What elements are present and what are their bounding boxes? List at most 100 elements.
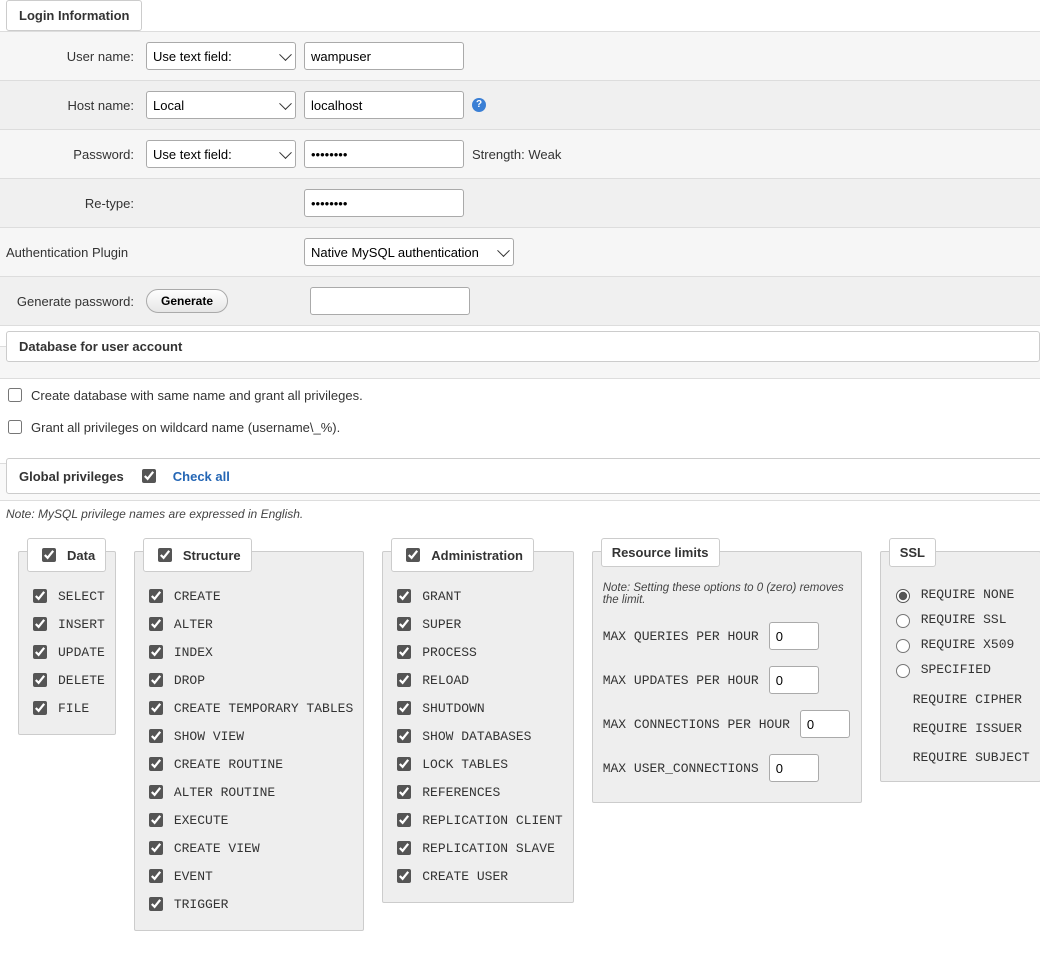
structure-priv-checkbox[interactable] <box>149 729 163 743</box>
db-legend: Database for user account <box>6 331 1040 362</box>
structure-priv-item: DROP <box>145 666 353 694</box>
admin-priv-checkbox[interactable] <box>397 841 411 855</box>
structure-priv-checkbox[interactable] <box>149 841 163 855</box>
data-priv-checkbox[interactable] <box>33 589 47 603</box>
hostname-input[interactable] <box>304 91 464 119</box>
retype-label: Re-type: <box>6 196 146 211</box>
structure-priv-item: EXECUTE <box>145 806 353 834</box>
admin-priv-item: GRANT <box>393 582 562 610</box>
admin-priv-checkbox[interactable] <box>397 589 411 603</box>
resource-limit-input[interactable] <box>769 622 819 650</box>
ssl-title: SSL <box>900 545 925 560</box>
admin-priv-checkbox[interactable] <box>397 701 411 715</box>
admin-priv-checkbox[interactable] <box>397 673 411 687</box>
data-priv-item: INSERT <box>29 610 105 638</box>
structure-priv-label: CREATE <box>174 589 221 604</box>
resource-limit-label: MAX USER_CONNECTIONS <box>603 761 759 776</box>
data-priv-checkbox[interactable] <box>33 645 47 659</box>
admin-priv-checkbox[interactable] <box>397 729 411 743</box>
structure-priv-item: SHOW VIEW <box>145 722 353 750</box>
resource-limit-input[interactable] <box>769 754 819 782</box>
data-group-title: Data <box>67 548 95 563</box>
structure-group-checkbox[interactable] <box>158 548 172 562</box>
structure-priv-checkbox[interactable] <box>149 617 163 631</box>
data-priv-checkbox[interactable] <box>33 673 47 687</box>
admin-priv-checkbox[interactable] <box>397 757 411 771</box>
resource-limit-row: MAX CONNECTIONS PER HOUR <box>603 702 851 746</box>
data-priv-item: FILE <box>29 694 105 722</box>
structure-priv-checkbox[interactable] <box>149 757 163 771</box>
structure-priv-checkbox[interactable] <box>149 869 163 883</box>
admin-priv-checkbox[interactable] <box>397 869 411 883</box>
generate-button[interactable]: Generate <box>146 289 228 313</box>
admin-group-checkbox[interactable] <box>406 548 420 562</box>
data-priv-item: SELECT <box>29 582 105 610</box>
ssl-radio[interactable] <box>896 664 910 678</box>
retype-row: Re-type: <box>0 178 1040 227</box>
resource-limit-input[interactable] <box>769 666 819 694</box>
structure-priv-item: EVENT <box>145 862 353 890</box>
data-priv-label: UPDATE <box>58 645 105 660</box>
admin-priv-checkbox[interactable] <box>397 813 411 827</box>
structure-priv-checkbox[interactable] <box>149 897 163 911</box>
admin-priv-item: SHOW DATABASES <box>393 722 562 750</box>
structure-priv-item: CREATE VIEW <box>145 834 353 862</box>
resource-limit-input[interactable] <box>800 710 850 738</box>
ssl-option-label: SPECIFIED <box>921 662 991 677</box>
structure-priv-label: DROP <box>174 673 205 688</box>
database-fieldset: Database for user account Create databas… <box>0 346 1040 443</box>
resource-limits-title: Resource limits <box>612 545 709 560</box>
db-opt1-checkbox[interactable] <box>8 388 22 402</box>
structure-priv-item: CREATE TEMPORARY TABLES <box>145 694 353 722</box>
resource-limit-label: MAX UPDATES PER HOUR <box>603 673 759 688</box>
strength-label: Strength: Weak <box>472 147 561 162</box>
password-input[interactable] <box>304 140 464 168</box>
ssl-radio[interactable] <box>896 589 910 603</box>
data-priv-checkbox[interactable] <box>33 617 47 631</box>
admin-priv-item: PROCESS <box>393 638 562 666</box>
admin-priv-checkbox[interactable] <box>397 645 411 659</box>
data-group-checkbox[interactable] <box>42 548 56 562</box>
admin-privileges-box: Administration GRANTSUPERPROCESSRELOADSH… <box>382 551 573 903</box>
data-priv-checkbox[interactable] <box>33 701 47 715</box>
username-input[interactable] <box>304 42 464 70</box>
resource-limit-label: MAX QUERIES PER HOUR <box>603 629 759 644</box>
admin-priv-label: GRANT <box>422 589 461 604</box>
admin-priv-checkbox[interactable] <box>397 617 411 631</box>
structure-priv-label: CREATE TEMPORARY TABLES <box>174 701 353 716</box>
structure-priv-label: EXECUTE <box>174 813 229 828</box>
ssl-radio[interactable] <box>896 639 910 653</box>
admin-priv-label: SHOW DATABASES <box>422 729 531 744</box>
structure-priv-checkbox[interactable] <box>149 673 163 687</box>
auth-plugin-select[interactable]: Native MySQL authentication <box>304 238 514 266</box>
structure-priv-checkbox[interactable] <box>149 645 163 659</box>
admin-priv-label: RELOAD <box>422 673 469 688</box>
admin-priv-label: REPLICATION CLIENT <box>422 813 562 828</box>
password-mode-select[interactable]: Use text field: <box>146 140 296 168</box>
help-icon[interactable]: ? <box>472 98 486 112</box>
structure-priv-label: CREATE VIEW <box>174 841 260 856</box>
global-privileges-fieldset: Global privileges Check all Note: MySQL … <box>0 463 1040 937</box>
admin-priv-checkbox[interactable] <box>397 785 411 799</box>
ssl-radio[interactable] <box>896 614 910 628</box>
ssl-option: REQUIRE SSL <box>891 607 1030 632</box>
retype-input[interactable] <box>304 189 464 217</box>
structure-priv-checkbox[interactable] <box>149 589 163 603</box>
check-all-checkbox[interactable] <box>142 469 156 483</box>
admin-priv-label: REFERENCES <box>422 785 500 800</box>
admin-priv-item: CREATE USER <box>393 862 562 890</box>
structure-priv-checkbox[interactable] <box>149 701 163 715</box>
structure-priv-checkbox[interactable] <box>149 813 163 827</box>
structure-priv-label: ALTER <box>174 617 213 632</box>
username-mode-select[interactable]: Use text field: <box>146 42 296 70</box>
data-priv-label: SELECT <box>58 589 105 604</box>
data-priv-item: UPDATE <box>29 638 105 666</box>
gp-legend-label: Global privileges <box>19 469 124 484</box>
check-all-link[interactable]: Check all <box>173 469 230 484</box>
generated-password-input[interactable] <box>310 287 470 315</box>
structure-priv-checkbox[interactable] <box>149 785 163 799</box>
data-priv-label: INSERT <box>58 617 105 632</box>
hostname-mode-select[interactable]: Local <box>146 91 296 119</box>
db-opt2-checkbox[interactable] <box>8 420 22 434</box>
db-opt2-label: Grant all privileges on wildcard name (u… <box>31 420 340 435</box>
